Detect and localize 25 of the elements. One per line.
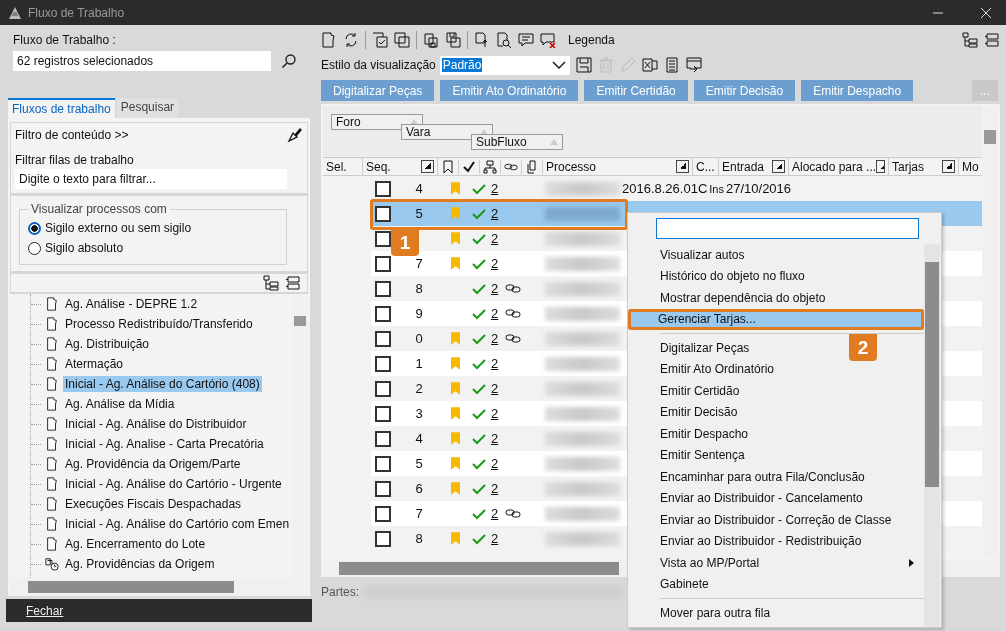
sequence-number: 5 [415,206,423,221]
sequence-number: 8 [415,281,423,296]
table-cell-text: 27/10/2016 [725,181,792,196]
field-label: Fluxo de Trabalho : [13,33,117,47]
sequence-number: 4 [415,431,423,446]
sequence-number: 3 [415,406,423,421]
sequence-number: 7 [415,256,423,271]
window-title: Fluxo de Trabalho [28,5,125,20]
sequence-number: 2 [415,381,423,396]
sequence-number: 8 [415,531,423,546]
step-badge: 2 [849,334,877,361]
sequence-number: 0 [415,331,423,346]
parties-label: Partes: [321,585,359,599]
table-cell-text: Ins [708,182,724,195]
sequence-number: 5 [415,456,423,471]
sequence-number: 6 [415,481,423,496]
sequence-number: 4 [415,181,423,196]
sequence-number: 1 [415,356,423,371]
sequence-number: 7 [415,506,423,521]
filter-label: Filtrar filas de trabalho [15,153,135,167]
sequence-number: 9 [415,306,423,321]
step-badge: 1 [391,229,419,256]
style-label: Estilo da visualização [321,58,436,72]
table-cell-text: 2016.8.26.01C [621,181,708,196]
group-title: Visualizar processos com [30,202,168,216]
